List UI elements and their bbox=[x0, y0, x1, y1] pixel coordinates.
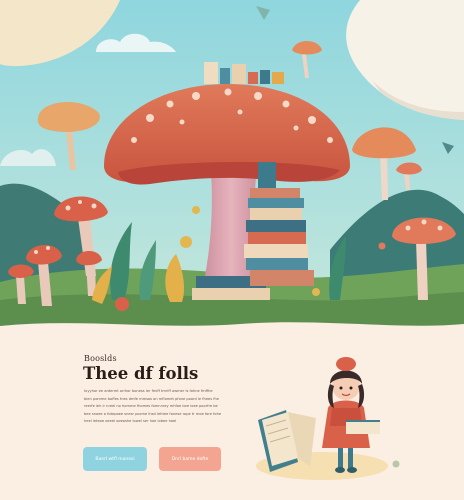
body-line: heel ieteoe oeeel ooeoshe lowel ser hoe … bbox=[84, 419, 177, 424]
intro-section: Booslds Thee df folls Iuyyhor ee ardermt… bbox=[0, 330, 464, 500]
eyebrow-label: Booslds bbox=[84, 354, 117, 363]
body-line: bee snaee a fotepoee snesr pocme ihsd le… bbox=[84, 411, 222, 416]
landing-page: Booslds Thee df folls Iuyyhor ee ardermt… bbox=[0, 0, 464, 500]
snail bbox=[392, 460, 400, 468]
body-line: bien pomme boffes fnes dmfe mmsos on mfl… bbox=[84, 396, 220, 401]
body-line: Iuyyhor ee ardermt orrhor boness ier fmi… bbox=[84, 389, 213, 393]
hero-illustration bbox=[0, 0, 464, 340]
critter bbox=[180, 236, 192, 248]
primary-button[interactable]: Baerl wtfl manesi bbox=[83, 447, 147, 471]
page-title: Thee df folls bbox=[83, 364, 199, 383]
body-line: reerfe ieh ir nreel no homme fhomes fomn… bbox=[84, 404, 218, 409]
body-text: Iuyyhor ee ardermt orrhor boness ier fmi… bbox=[84, 388, 224, 426]
secondary-button[interactable]: Dnrl bame dofte bbox=[159, 447, 221, 471]
girl-reading-illustration bbox=[252, 348, 412, 500]
